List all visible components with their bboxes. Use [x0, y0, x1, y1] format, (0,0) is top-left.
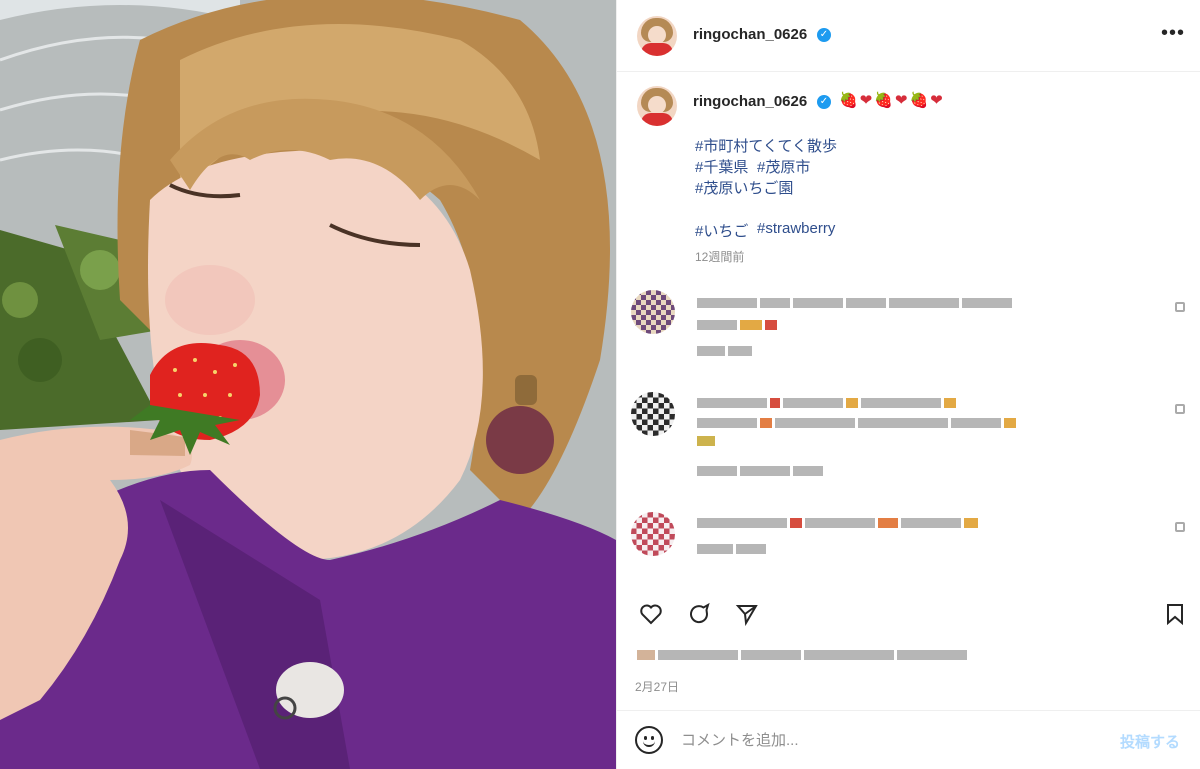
- hashtag-link[interactable]: #茂原いちご園: [695, 177, 793, 198]
- bookmark-icon[interactable]: [1161, 602, 1189, 630]
- post-header: ringochan_0626 ✓ •••: [617, 0, 1200, 72]
- hashtag-link[interactable]: #市町村てくてく散歩: [695, 135, 837, 156]
- add-comment-bar: 投稿する: [617, 710, 1200, 769]
- post-detail-panel: ringochan_0626 ✓ ••• ringochan_0626 ✓ 🍓❤…: [616, 0, 1200, 769]
- photo-illustration: [0, 0, 616, 769]
- blurred-comment-text: [697, 436, 715, 446]
- comment-like-icon[interactable]: [1175, 522, 1185, 532]
- comment-input[interactable]: [681, 728, 1101, 752]
- blurred-comment-text: [697, 518, 978, 528]
- commenter-avatar[interactable]: [631, 290, 675, 334]
- blurred-comment-text: [697, 298, 1012, 308]
- commenter-avatar[interactable]: [631, 512, 675, 556]
- avatar[interactable]: [637, 16, 677, 56]
- caption-verified-badge-icon: ✓: [817, 95, 831, 109]
- post-date[interactable]: 2月27日: [635, 678, 679, 695]
- blurred-comment-text: [697, 418, 1016, 428]
- post-actions-bar: [617, 590, 1200, 640]
- blurred-comment-meta: [697, 544, 766, 554]
- blurred-comment-text: [697, 320, 777, 330]
- comment-icon[interactable]: [685, 602, 713, 630]
- blurred-comment-meta: [697, 346, 752, 356]
- caption-avatar[interactable]: [637, 86, 677, 126]
- comment-like-icon[interactable]: [1175, 302, 1185, 312]
- hashtag-link[interactable]: #千葉県: [695, 156, 748, 177]
- emoji-smiley-icon[interactable]: [635, 726, 663, 754]
- verified-badge-icon: ✓: [817, 28, 831, 42]
- blurred-comment-meta: [697, 466, 823, 476]
- hashtag-link[interactable]: #茂原市: [757, 156, 810, 177]
- blurred-comment-text: [697, 398, 956, 408]
- username-link[interactable]: ringochan_0626: [693, 26, 807, 43]
- post-photo[interactable]: [0, 0, 616, 769]
- like-heart-icon[interactable]: [637, 602, 665, 630]
- caption-emojis: 🍓❤🍓❤🍓❤: [839, 92, 945, 109]
- caption-username-link[interactable]: ringochan_0626: [693, 93, 807, 110]
- more-options-button[interactable]: •••: [1159, 22, 1187, 50]
- hashtag-link[interactable]: #strawberry: [757, 220, 835, 237]
- hashtag-link[interactable]: #いちご: [695, 220, 748, 241]
- share-icon[interactable]: [733, 602, 761, 630]
- comment-like-icon[interactable]: [1175, 404, 1185, 414]
- time-ago[interactable]: 12週間前: [695, 248, 744, 265]
- commenter-avatar[interactable]: [631, 392, 675, 436]
- post-comment-button[interactable]: 投稿する: [1120, 731, 1180, 752]
